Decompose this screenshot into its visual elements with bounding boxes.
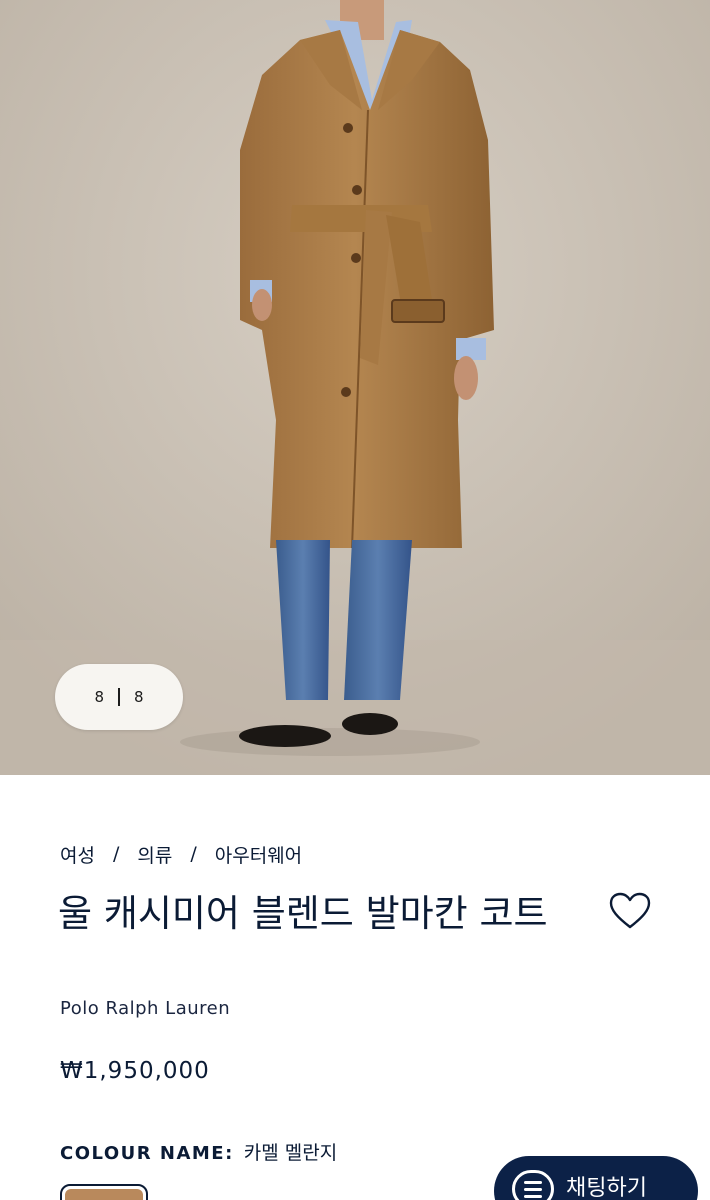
chat-button[interactable]: 채팅하기 <box>494 1156 698 1200</box>
colour-name-row: COLOUR NAME: 카멜 멜란지 <box>60 1138 337 1165</box>
counter-divider <box>118 688 120 706</box>
product-brand: Polo Ralph Lauren <box>60 998 231 1019</box>
breadcrumb: 여성 / 의류 / 아우터웨어 <box>60 840 302 868</box>
colour-swatch-selected[interactable] <box>60 1184 148 1200</box>
product-price: ₩1,950,000 <box>60 1058 210 1084</box>
breadcrumb-separator: / <box>112 843 120 865</box>
current-image-number: 8 <box>94 688 104 706</box>
chat-bubble-icon <box>512 1170 554 1200</box>
total-image-number: 8 <box>134 688 144 706</box>
model-illustration <box>0 0 710 775</box>
chat-button-label: 채팅하기 <box>566 1176 647 1200</box>
heart-outline-icon <box>609 892 651 929</box>
colour-name-label: COLOUR NAME: <box>60 1143 234 1164</box>
product-title: 울 캐시미어 블렌드 발마칸 코트 <box>58 892 548 935</box>
breadcrumb-item-clothing[interactable]: 의류 <box>137 841 172 868</box>
colour-name-value: 카멜 멜란지 <box>243 1142 338 1164</box>
product-page: 8 8 여성 / 의류 / 아우터웨어 울 캐시미어 블렌드 발마칸 코트 Po… <box>0 0 710 1200</box>
breadcrumb-item-women[interactable]: 여성 <box>60 841 95 868</box>
image-counter: 8 8 <box>55 664 183 730</box>
breadcrumb-item-outerwear[interactable]: 아우터웨어 <box>215 841 302 868</box>
product-image[interactable]: 8 8 <box>0 0 710 775</box>
favorite-button[interactable] <box>607 890 653 932</box>
breadcrumb-separator: / <box>190 843 197 865</box>
colour-swatch-fill <box>65 1189 143 1200</box>
